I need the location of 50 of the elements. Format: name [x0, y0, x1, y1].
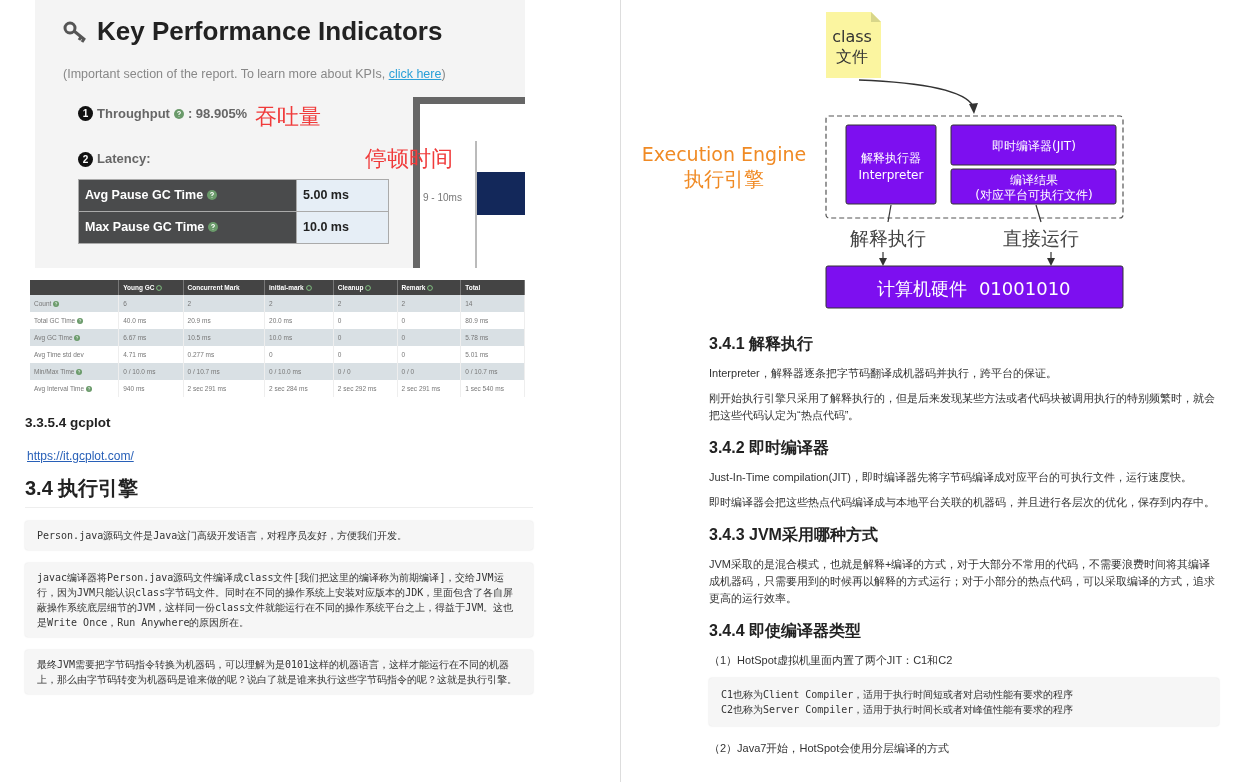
engine-label: Execution Engine [641, 143, 807, 165]
section-heading: 3.4.4 即使编译器类型 [709, 621, 863, 641]
section-heading: 3.4.2 即时编译器 [709, 438, 831, 458]
interpreter-text: 解释执行器 [861, 151, 921, 165]
jit-text: 即时编译器(JIT) [992, 139, 1076, 153]
chapter-heading: 3.4 执行引擎 [25, 473, 533, 509]
path-label: 直接运行 [1003, 227, 1079, 249]
result-text: (对应平台可执行文件) [975, 188, 1093, 202]
paragraph: JVM采取的是混合模式，也就是解释+编译的方式，对于大部分不常用的代码，不需要浪费时间将其编译成机器码，只需要用到的时候再以解释的方式运行；对于小部分的热点代码，可以采取编译的方式，追求更高的运行效率。 [709, 557, 1216, 606]
path-label: 解释执行 [850, 227, 926, 249]
key-icon [63, 20, 89, 43]
arrow [1047, 251, 1055, 266]
paragraph: 刚开始执行引擎只采用了解释执行的，但是后来发现某些方法或者代码块被调用执行的特别频繁时，就会把这些代码认定为“热点代码”。 [709, 391, 1216, 423]
paragraph: 即时编译器会把这些热点代码编译成与本地平台关联的机器码，并且进行各层次的优化，保存到内存中。 [709, 495, 1216, 510]
paragraph: （2）Java7开始，HotSpot会使用分层编译的方式 [709, 741, 951, 756]
metric-name: Avg Pause GC Time [85, 187, 204, 202]
url-link[interactable]: https://it.gcplot.com/ [27, 447, 134, 466]
code-block: 最终JVM需要把字节码指令转换为机器码，可以理解为是0101这样的机器语言，这样才能运行在不同的机器上，那么由字节码转变为机器码是谁来做的呢？说白了就是谁来执行这些字节码指令的呢？这就是执行引擎。 [25, 650, 533, 695]
paragraph: Interpreter，解释器逐条把字节码翻译成机器码并执行，跨平台的保证。 [709, 366, 1058, 381]
section-heading: 3.3.5.4 gcplot [25, 414, 112, 432]
report-title: Key Performance Indicators [97, 15, 443, 48]
chart-bar [477, 172, 525, 215]
engine-label: 执行引擎 [684, 167, 764, 191]
paragraph: （1）HotSpot虚拟机里面内置了两个JIT：C1和C2 [709, 653, 954, 668]
file-note [826, 12, 881, 78]
section-heading: 3.4.1 解释执行 [709, 334, 815, 354]
annotation-text: 吞吐量 [255, 103, 321, 131]
arrow [879, 251, 887, 266]
metric-value: 5.00 ms [296, 179, 389, 212]
code-block: javac编译器将Person.java源码文件编译成class文件[我们把这里的编译称为前期编译]，交给JVM运行，因为JVM只能认识class字节码文件。同时在不同的操作系统上安装对应版本的JDK，里面包含了各自屏蔽操作系统底层细节的JVM，这样同一份class文件就能运行在不同的操作系统平台之上，得益于JVM。这也是Write Once，Run Anywhere的原因所在。 [25, 563, 533, 638]
hardware-text: 计算机硬件 01001010 [877, 278, 1071, 299]
kpi-value: : 98.905% [187, 104, 248, 123]
note-text: class [832, 27, 872, 46]
kpi-label: Latency: [97, 150, 151, 169]
number-badge: 2 [78, 151, 93, 167]
number-badge: 1 [78, 106, 93, 121]
connector-line [1035, 204, 1042, 223]
metric-name: Max Pause GC Time [85, 219, 205, 234]
code-block: C1也称为Client Compiler，适用于执行时间短或者对启动性能有要求的程序 C2也称为Server Compiler，适用于执行时间长或者对峰值性能有要求的程序 [709, 678, 1219, 726]
kpi-label: Throughput [97, 104, 170, 123]
note-text: 文件 [836, 47, 868, 66]
axis-label: 9 - 10ms [423, 192, 462, 203]
connector-line [887, 204, 892, 223]
code-block: Person.java源码文件是Java这门高级开发语言，对程序员友好，方便我们开发。 [25, 521, 533, 551]
metric-value: 10.0 ms [296, 211, 389, 244]
interpreter-text: Interpreter [858, 168, 924, 182]
result-text: 编译结果 [1010, 173, 1058, 187]
paragraph: Just-In-Time compilation(JIT)，即时编译器先将字节码编译成对应平台的可执行文件，运行速度快。 [709, 470, 1193, 485]
section-heading: 3.4.3 JVM采用哪种方式 [709, 525, 879, 545]
report-subtitle: (Important section of the report. To learn more about KPIs, click here) [63, 66, 447, 83]
